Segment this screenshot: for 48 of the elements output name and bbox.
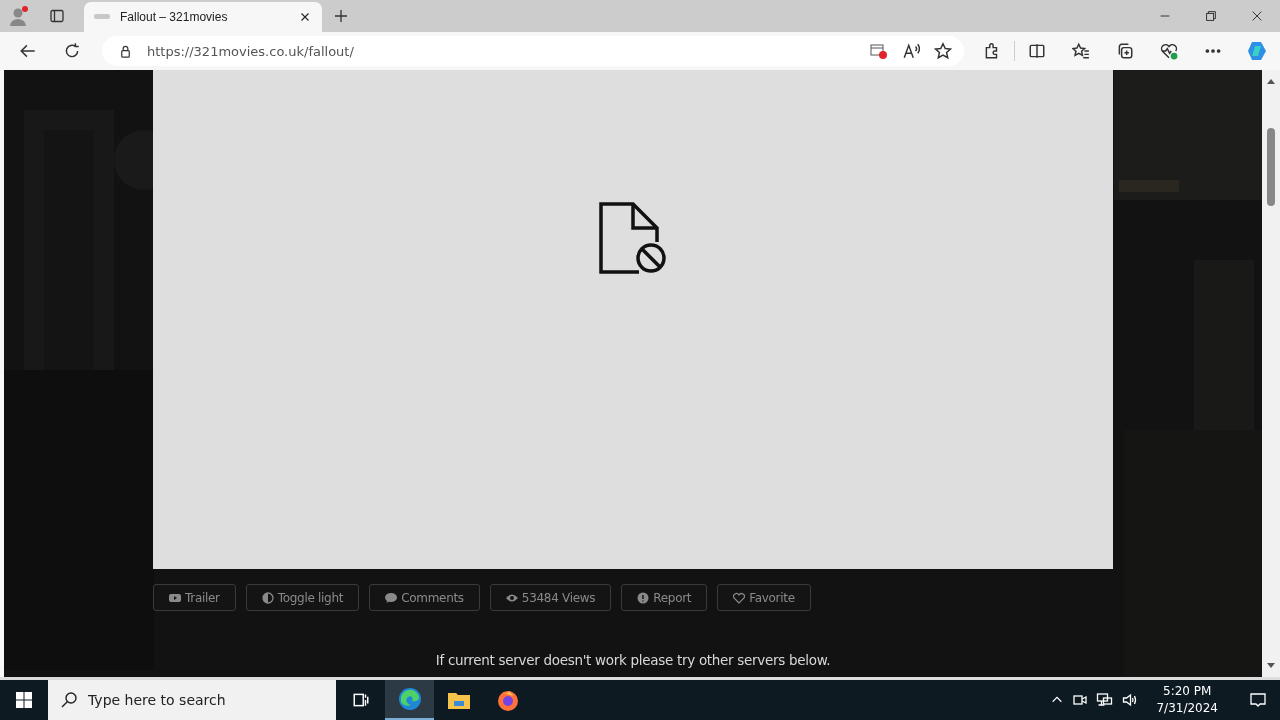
- windows-start-icon[interactable]: [16, 692, 32, 708]
- volume-icon[interactable]: [1121, 692, 1139, 708]
- action-button[interactable]: Trailer: [153, 584, 236, 611]
- network-icon[interactable]: [1096, 692, 1114, 708]
- taskbar-search-field[interactable]: Type here to search: [48, 680, 336, 720]
- copilot-icon[interactable]: [1246, 40, 1268, 62]
- blocked-file-icon: [599, 202, 667, 274]
- server-notice: If current server doesn't work please try other servers below.: [435, 652, 831, 668]
- action-button[interactable]: Toggle light: [245, 584, 360, 611]
- heart-icon: [733, 591, 746, 604]
- action-button[interactable]: Comments: [369, 584, 480, 611]
- blocked-popup-icon[interactable]: [870, 43, 888, 59]
- video-icon: [169, 591, 181, 604]
- restore-icon[interactable]: [1204, 9, 1218, 23]
- alert-icon: [637, 591, 650, 604]
- heartbeat-icon[interactable]: [1160, 42, 1178, 60]
- split-screen-icon[interactable]: [1028, 42, 1046, 60]
- scrollbar[interactable]: [1262, 70, 1280, 677]
- action-button[interactable]: Favorite: [717, 584, 811, 611]
- action-button[interactable]: 53484 Views: [489, 584, 612, 611]
- address-bar[interactable]: https://321movies.co.uk/fallout/: [102, 36, 964, 66]
- camera-icon[interactable]: [1072, 692, 1089, 708]
- action-button[interactable]: Report: [621, 584, 708, 611]
- task-view-icon[interactable]: [351, 691, 370, 709]
- favorite-star-icon[interactable]: [934, 42, 952, 60]
- read-aloud-icon[interactable]: [902, 42, 920, 60]
- close-icon[interactable]: [1250, 9, 1264, 23]
- lock-icon[interactable]: [118, 43, 133, 59]
- notification-icon[interactable]: [1249, 691, 1267, 709]
- scroll-thumb[interactable]: [1267, 128, 1275, 206]
- collections-icon[interactable]: [1116, 42, 1134, 60]
- firefox-icon[interactable]: [495, 688, 520, 712]
- search-icon: [60, 691, 78, 709]
- browser-tab[interactable]: Fallout – 321movies: [84, 2, 322, 32]
- profile-icon[interactable]: [8, 5, 30, 27]
- contrast-icon: [261, 591, 274, 604]
- tab-actions-icon[interactable]: [49, 8, 65, 24]
- refresh-icon[interactable]: [63, 42, 81, 60]
- folder-icon[interactable]: [446, 690, 471, 710]
- scroll-up-icon[interactable]: [1267, 78, 1275, 84]
- site-favicon: [94, 12, 110, 22]
- new-tab-icon[interactable]: [333, 8, 349, 24]
- browser-icon[interactable]: [397, 687, 422, 711]
- back-icon[interactable]: [19, 42, 37, 60]
- comment-icon: [385, 591, 398, 604]
- favorites-icon[interactable]: [1072, 42, 1090, 60]
- clock[interactable]: 5:20 PM 7/31/2024: [1156, 683, 1218, 717]
- scroll-down-icon[interactable]: [1267, 663, 1275, 669]
